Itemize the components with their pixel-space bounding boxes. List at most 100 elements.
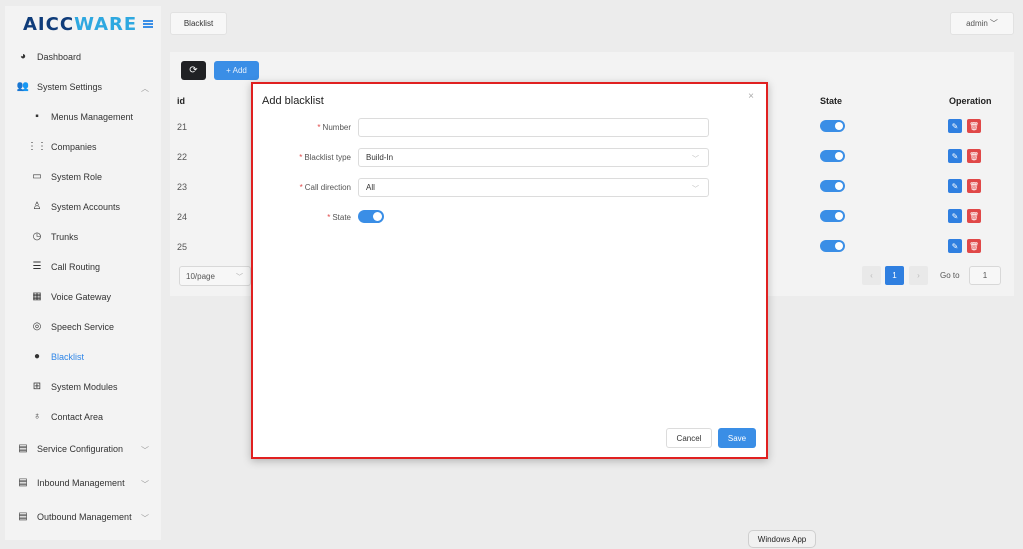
save-button[interactable]: Save (718, 428, 756, 448)
number-label: * Number (317, 123, 351, 132)
dialog-title: Add blacklist (262, 95, 324, 107)
page-button-current[interactable]: 1 (885, 266, 904, 285)
sidebar-item-label: Outbound Management (37, 512, 132, 522)
delete-icon[interactable]: 🗑 (967, 179, 981, 193)
row-id: 21 (177, 122, 188, 132)
dock-tooltip: Windows App (748, 530, 816, 548)
prev-page-button[interactable]: ‹ (862, 266, 881, 285)
add-button-label: + Add (226, 66, 247, 75)
chevron-down-icon: ﹀ (692, 186, 699, 193)
sidebar-item-menus-management[interactable]: ▪ Menus Management (5, 102, 161, 132)
sidebar-item-companies[interactable]: ⋮⋮ Companies (5, 132, 161, 162)
chevron-down-icon: ﹀ (141, 514, 149, 523)
delete-icon[interactable]: 🗑 (967, 149, 981, 163)
sidebar-item-label: Trunks (51, 232, 79, 242)
menu-collapse-icon[interactable] (143, 20, 153, 28)
sidebar-item-label: Dashboard (37, 52, 82, 62)
location-icon: ♁ (33, 411, 41, 422)
users-group-icon: 👥 (16, 81, 30, 92)
call-direction-select[interactable]: All ﹀ (358, 178, 709, 197)
edit-icon[interactable]: ✎ (948, 209, 962, 223)
sidebar-item-label: Companies (51, 142, 97, 152)
row-id: 23 (177, 182, 188, 192)
sidebar-item-voice-gateway[interactable]: ▦ Voice Gateway (5, 282, 161, 312)
sidebar-item-label: System Accounts (51, 202, 121, 212)
user-name: admin (966, 19, 988, 28)
sidebar-item-speech-service[interactable]: ◎ Speech Service (5, 312, 161, 342)
edit-icon[interactable]: ✎ (948, 239, 962, 253)
row-id: 25 (177, 242, 188, 252)
chevron-down-icon: ﹀ (141, 446, 149, 455)
sidebar-item-label: System Modules (51, 382, 118, 392)
state-toggle[interactable] (820, 180, 845, 192)
blacklist-type-label: * Blacklist type (299, 153, 351, 162)
state-toggle[interactable] (820, 210, 845, 222)
sidebar-item-contact-area[interactable]: ♁ Contact Area (5, 402, 161, 432)
delete-icon[interactable]: 🗑 (967, 239, 981, 253)
row-id: 22 (177, 152, 188, 162)
sidebar-item-blacklist[interactable]: ● Blacklist (5, 342, 161, 372)
edit-icon[interactable]: ✎ (948, 179, 962, 193)
chevron-up-icon: ︿ (141, 84, 149, 93)
sidebar-item-inbound-management[interactable]: ▤ Inbound Management ﹀ (5, 466, 161, 500)
grid-icon: ▪ (35, 111, 39, 122)
sidebar-item-label: Service Configuration (37, 444, 124, 454)
clock-icon: ◷ (32, 231, 42, 242)
close-icon[interactable]: × (748, 91, 754, 102)
sidebar-item-label: Speech Service (51, 322, 115, 332)
refresh-button[interactable]: ⟳ (181, 61, 206, 80)
sidebar-item-label: System Settings (37, 82, 103, 92)
blacklist-type-select[interactable]: Build-In ﹀ (358, 148, 709, 167)
state-toggle[interactable] (358, 210, 384, 223)
chevron-left-icon: ‹ (870, 271, 873, 280)
add-button[interactable]: + Add (214, 61, 259, 80)
page-number: 1 (892, 271, 897, 280)
sidebar-item-service-configuration[interactable]: ▤ Service Configuration ﹀ (5, 432, 161, 466)
table-icon: ⊞ (32, 381, 42, 392)
column-header-state: State (820, 96, 843, 106)
tab-blacklist[interactable]: Blacklist (170, 12, 227, 35)
credit-card-icon: ▤ (18, 443, 28, 454)
outbound-icon: ▤ (18, 511, 28, 522)
globe-icon: ◎ (32, 321, 42, 332)
chevron-down-icon: ﹀ (692, 156, 699, 163)
sidebar-item-outbound-management[interactable]: ▤ Outbound Management ﹀ (5, 500, 161, 534)
sidebar-item-dashboard[interactable]: ◕ Dashboard (5, 42, 161, 72)
chevron-down-icon: ﹀ (236, 274, 243, 281)
goto-page-input[interactable]: 1 (969, 266, 1001, 285)
delete-icon[interactable]: 🗑 (967, 119, 981, 133)
goto-label: Go to (940, 271, 960, 280)
state-toggle[interactable] (820, 240, 845, 252)
add-blacklist-dialog: Add blacklist × * Number * Blacklist type … (251, 82, 768, 459)
column-header-operation: Operation (949, 96, 992, 106)
logo-row: AICCWARE (5, 6, 161, 42)
sidebar-item-label: Contact Area (51, 412, 104, 422)
sidebar-item-system-modules[interactable]: ⊞ System Modules (5, 372, 161, 402)
save-label: Save (727, 433, 747, 443)
sidebar-item-system-role[interactable]: ▭ System Role (5, 162, 161, 192)
row-id: 24 (177, 212, 188, 222)
sidebar: AICCWARE ◕ Dashboard 👥 System Settings ︿… (5, 6, 161, 540)
sidebar-item-label: Call Routing (51, 262, 101, 272)
sidebar-item-trunks[interactable]: ◷ Trunks (5, 222, 161, 252)
edit-icon[interactable]: ✎ (948, 149, 962, 163)
state-toggle[interactable] (820, 150, 845, 162)
sidebar-item-system-settings[interactable]: 👥 System Settings ︿ (5, 72, 161, 102)
user-menu[interactable]: admin ﹀ (950, 12, 1014, 35)
delete-icon[interactable]: 🗑 (967, 209, 981, 223)
cancel-button[interactable]: Cancel (666, 428, 712, 448)
user-solid-icon: ● (33, 351, 41, 362)
sidebar-item-system-accounts[interactable]: ♙ System Accounts (5, 192, 161, 222)
number-input[interactable] (358, 118, 709, 137)
edit-icon[interactable]: ✎ (948, 119, 962, 133)
chevron-down-icon: ﹀ (989, 19, 998, 28)
next-page-button[interactable]: › (909, 266, 928, 285)
list-icon: ☰ (32, 261, 42, 272)
page-size-value: 10/page (186, 271, 215, 281)
tab-label: Blacklist (183, 19, 214, 28)
id-card-icon: ▭ (32, 171, 42, 182)
page-size-select[interactable]: 10/page ﹀ (179, 266, 251, 286)
app-logo: AICCWARE (23, 13, 138, 35)
state-toggle[interactable] (820, 120, 845, 132)
sidebar-item-call-routing[interactable]: ☰ Call Routing (5, 252, 161, 282)
